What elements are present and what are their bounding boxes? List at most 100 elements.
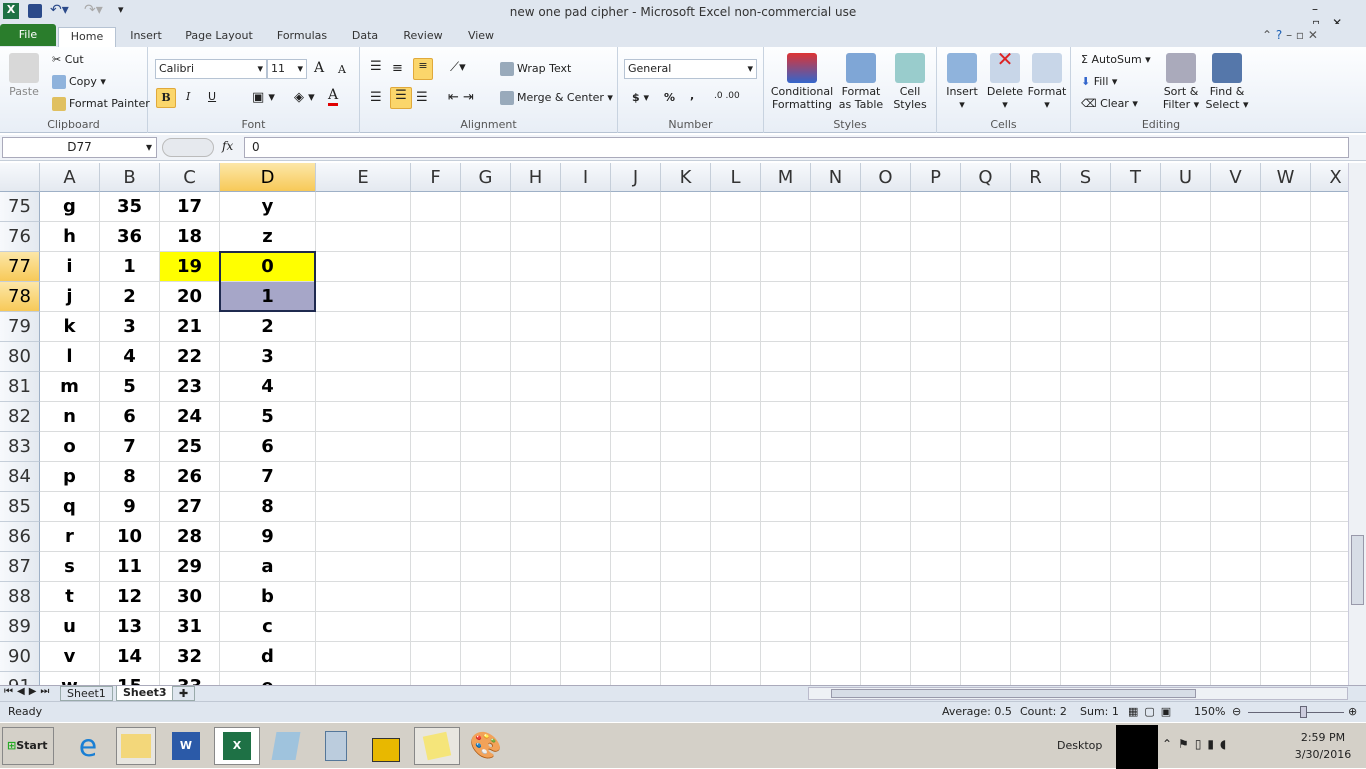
column-header-W[interactable]: W xyxy=(1261,163,1311,192)
cell-W82[interactable] xyxy=(1261,402,1311,432)
cell-L85[interactable] xyxy=(711,492,761,522)
cell-V88[interactable] xyxy=(1211,582,1261,612)
cell-K79[interactable] xyxy=(661,312,711,342)
cell-T83[interactable] xyxy=(1111,432,1161,462)
cell-V87[interactable] xyxy=(1211,552,1261,582)
cell-A89[interactable]: u xyxy=(40,612,100,642)
cell-U79[interactable] xyxy=(1161,312,1211,342)
cell-C87[interactable]: 29 xyxy=(160,552,220,582)
cell-N82[interactable] xyxy=(811,402,861,432)
column-header-P[interactable]: P xyxy=(911,163,961,192)
cell-B87[interactable]: 11 xyxy=(100,552,160,582)
cell-T76[interactable] xyxy=(1111,222,1161,252)
row-header-89[interactable]: 89 xyxy=(0,612,40,642)
find-select-button[interactable]: Find & Select ▾ xyxy=(1205,53,1249,111)
clear-button[interactable]: ⌫ Clear ▾ xyxy=(1081,97,1138,110)
format-cells-button[interactable]: Format ▾ xyxy=(1027,53,1067,111)
cell-F75[interactable] xyxy=(411,192,461,222)
cell-P89[interactable] xyxy=(911,612,961,642)
cell-O82[interactable] xyxy=(861,402,911,432)
cell-P75[interactable] xyxy=(911,192,961,222)
cell-G79[interactable] xyxy=(461,312,511,342)
cell-C85[interactable]: 27 xyxy=(160,492,220,522)
cell-E91[interactable] xyxy=(316,672,411,685)
middle-align-button[interactable]: ≡ xyxy=(392,61,403,76)
cell-B76[interactable]: 36 xyxy=(100,222,160,252)
cell-W81[interactable] xyxy=(1261,372,1311,402)
sheet-tab-sheet3[interactable]: Sheet3 xyxy=(116,686,174,701)
cell-L88[interactable] xyxy=(711,582,761,612)
row-header-77[interactable]: 77 xyxy=(0,252,40,282)
cell-M84[interactable] xyxy=(761,462,811,492)
cell-C78[interactable]: 20 xyxy=(160,282,220,312)
clock-date[interactable]: 3/30/2016 xyxy=(1290,748,1356,761)
cell-N91[interactable] xyxy=(811,672,861,685)
cell-D82[interactable]: 5 xyxy=(220,402,316,432)
cell-U75[interactable] xyxy=(1161,192,1211,222)
cell-U77[interactable] xyxy=(1161,252,1211,282)
cell-J90[interactable] xyxy=(611,642,661,672)
cell-X76[interactable] xyxy=(1311,222,1348,252)
cell-S81[interactable] xyxy=(1061,372,1111,402)
cell-E80[interactable] xyxy=(316,342,411,372)
column-header-B[interactable]: B xyxy=(100,163,160,192)
cell-X89[interactable] xyxy=(1311,612,1348,642)
cell-I75[interactable] xyxy=(561,192,611,222)
cell-P81[interactable] xyxy=(911,372,961,402)
cell-H81[interactable] xyxy=(511,372,561,402)
cell-J82[interactable] xyxy=(611,402,661,432)
cell-B86[interactable]: 10 xyxy=(100,522,160,552)
cell-K76[interactable] xyxy=(661,222,711,252)
cell-L82[interactable] xyxy=(711,402,761,432)
cell-P84[interactable] xyxy=(911,462,961,492)
fill-button[interactable]: ⬇ Fill ▾ xyxy=(1081,75,1117,88)
cell-P78[interactable] xyxy=(911,282,961,312)
cell-W76[interactable] xyxy=(1261,222,1311,252)
cell-I77[interactable] xyxy=(561,252,611,282)
cell-W83[interactable] xyxy=(1261,432,1311,462)
cell-R76[interactable] xyxy=(1011,222,1061,252)
cell-C84[interactable]: 26 xyxy=(160,462,220,492)
cell-L90[interactable] xyxy=(711,642,761,672)
cell-N77[interactable] xyxy=(811,252,861,282)
tab-file[interactable]: File xyxy=(0,24,56,46)
cell-V76[interactable] xyxy=(1211,222,1261,252)
cell-P88[interactable] xyxy=(911,582,961,612)
cell-H87[interactable] xyxy=(511,552,561,582)
cell-O76[interactable] xyxy=(861,222,911,252)
cell-X82[interactable] xyxy=(1311,402,1348,432)
cell-T80[interactable] xyxy=(1111,342,1161,372)
cell-E89[interactable] xyxy=(316,612,411,642)
paint-icon[interactable]: 🎨 xyxy=(466,727,506,765)
cell-W86[interactable] xyxy=(1261,522,1311,552)
cell-E90[interactable] xyxy=(316,642,411,672)
cell-Q90[interactable] xyxy=(961,642,1011,672)
cell-R85[interactable] xyxy=(1011,492,1061,522)
cell-L91[interactable] xyxy=(711,672,761,685)
autosum-button[interactable]: Σ AutoSum ▾ xyxy=(1081,53,1151,66)
cell-U85[interactable] xyxy=(1161,492,1211,522)
cell-K80[interactable] xyxy=(661,342,711,372)
cell-M88[interactable] xyxy=(761,582,811,612)
cell-C81[interactable]: 23 xyxy=(160,372,220,402)
cell-W85[interactable] xyxy=(1261,492,1311,522)
cell-D90[interactable]: d xyxy=(220,642,316,672)
row-header-87[interactable]: 87 xyxy=(0,552,40,582)
cell-P79[interactable] xyxy=(911,312,961,342)
row-header-85[interactable]: 85 xyxy=(0,492,40,522)
cell-N88[interactable] xyxy=(811,582,861,612)
cell-U82[interactable] xyxy=(1161,402,1211,432)
notepad-icon[interactable] xyxy=(266,727,306,765)
cell-M82[interactable] xyxy=(761,402,811,432)
cell-C88[interactable]: 30 xyxy=(160,582,220,612)
cell-S86[interactable] xyxy=(1061,522,1111,552)
cell-S80[interactable] xyxy=(1061,342,1111,372)
cell-N76[interactable] xyxy=(811,222,861,252)
cell-K87[interactable] xyxy=(661,552,711,582)
zoom-in-button[interactable]: ⊕ xyxy=(1348,702,1357,722)
cell-S77[interactable] xyxy=(1061,252,1111,282)
cell-J86[interactable] xyxy=(611,522,661,552)
copy-button[interactable]: Copy ▾ xyxy=(52,75,106,89)
cell-W75[interactable] xyxy=(1261,192,1311,222)
cell-F84[interactable] xyxy=(411,462,461,492)
